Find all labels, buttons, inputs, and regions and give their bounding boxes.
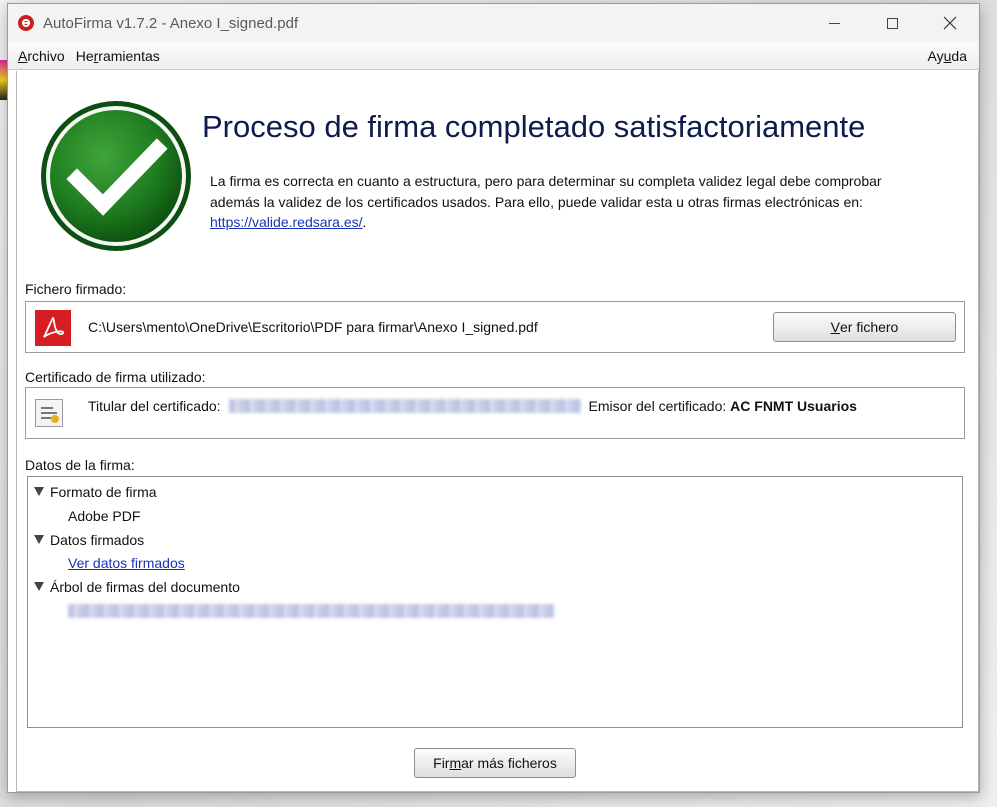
menu-herramientas-text-post: ramientas bbox=[98, 47, 160, 64]
menu-archivo-mnemonic: A bbox=[18, 47, 28, 64]
minimize-icon bbox=[828, 22, 840, 24]
sign-more-mnemonic: m bbox=[449, 755, 462, 771]
menu-ayuda-text-post: da bbox=[951, 47, 967, 64]
maximize-button[interactable] bbox=[863, 4, 921, 42]
signed-file-label: Fichero firmado: bbox=[25, 281, 127, 297]
autofirma-app-icon bbox=[18, 15, 34, 31]
menu-herramientas[interactable]: Herramientas bbox=[76, 48, 160, 64]
signed-file-path: C:\Users\mento\OneDrive\Escritorio\PDF p… bbox=[88, 319, 538, 335]
signed-file-panel: C:\Users\mento\OneDrive\Escritorio\PDF p… bbox=[25, 301, 965, 353]
link-suffix: . bbox=[362, 214, 367, 230]
certificate-issuer-label: Emisor del certificado: bbox=[588, 398, 727, 414]
signature-data-label: Datos de la firma: bbox=[25, 457, 135, 473]
certificate-info: Titular del certificado: Emisor del cert… bbox=[88, 398, 857, 414]
expand-triangle-icon[interactable] bbox=[34, 487, 44, 496]
tree-node-format[interactable]: Formato de firma bbox=[34, 484, 157, 500]
window-title: AutoFirma v1.7.2 - Anexo I_signed.pdf bbox=[43, 14, 299, 32]
result-headline: Proceso de firma completado satisfactori… bbox=[202, 109, 866, 144]
certificate-holder-redacted bbox=[228, 399, 581, 413]
result-description-text: La firma es correcta en cuanto a estruct… bbox=[210, 173, 882, 210]
valide-link[interactable]: https://valide.redsara.es/ bbox=[210, 214, 363, 230]
tree-leaf-format-value[interactable]: Adobe PDF bbox=[68, 508, 140, 524]
view-file-mnemonic: V bbox=[830, 319, 840, 335]
check-circle-icon bbox=[41, 101, 191, 251]
menu-bar: Archivo Herramientas Ayuda bbox=[8, 42, 979, 70]
certificate-icon bbox=[35, 399, 63, 427]
menu-ayuda-text-pre: Ay bbox=[927, 47, 944, 64]
tree-node-format-label: Formato de firma bbox=[50, 484, 157, 500]
menu-archivo[interactable]: Archivo bbox=[18, 48, 65, 64]
menu-herramientas-text-pre: He bbox=[75, 47, 94, 64]
view-file-text-post: er fichero bbox=[839, 319, 899, 335]
main-panel: Proceso de firma completado satisfactori… bbox=[16, 71, 979, 792]
maximize-icon bbox=[886, 17, 898, 29]
view-signed-data-link[interactable]: Ver datos firmados bbox=[68, 555, 185, 571]
signature-data-tree[interactable]: Formato de firma Adobe PDF Datos firmado… bbox=[27, 476, 963, 728]
sign-more-files-button[interactable]: Fir m ar más ficheros bbox=[414, 748, 576, 778]
sign-more-text-post: ar más ficheros bbox=[461, 755, 557, 771]
result-description: La firma es correcta en cuanto a estruct… bbox=[210, 171, 930, 233]
title-bar[interactable]: AutoFirma v1.7.2 - Anexo I_signed.pdf bbox=[8, 4, 979, 42]
tree-node-signed-data-label: Datos firmados bbox=[50, 532, 145, 548]
expand-triangle-icon[interactable] bbox=[34, 582, 44, 591]
menu-ayuda[interactable]: Ayuda bbox=[928, 48, 967, 64]
tree-node-signature-tree-label: Árbol de firmas del documento bbox=[50, 579, 240, 595]
expand-triangle-icon[interactable] bbox=[34, 535, 44, 544]
menu-archivo-text-post: rchivo bbox=[27, 47, 65, 64]
close-icon bbox=[943, 16, 957, 30]
tree-leaf-signer-redacted[interactable] bbox=[68, 604, 554, 621]
certificate-issuer-value: AC FNMT Usuarios bbox=[730, 398, 857, 414]
minimize-button[interactable] bbox=[805, 4, 863, 42]
tree-node-signature-tree[interactable]: Árbol de firmas del documento bbox=[34, 579, 240, 595]
tree-node-signed-data[interactable]: Datos firmados bbox=[34, 532, 144, 548]
certificate-label: Certificado de firma utilizado: bbox=[25, 369, 206, 385]
sign-more-text-pre: Fir bbox=[433, 755, 450, 771]
close-button[interactable] bbox=[921, 4, 979, 42]
signer-redacted bbox=[68, 604, 554, 618]
window-controls bbox=[805, 4, 979, 42]
certificate-panel: Titular del certificado: Emisor del cert… bbox=[25, 387, 965, 439]
pdf-icon bbox=[35, 310, 71, 346]
view-file-button[interactable]: Ver fichero bbox=[773, 312, 956, 342]
certificate-holder-label: Titular del certificado: bbox=[88, 398, 221, 414]
autofirma-window: AutoFirma v1.7.2 - Anexo I_signed.pdf Ar… bbox=[7, 3, 980, 793]
